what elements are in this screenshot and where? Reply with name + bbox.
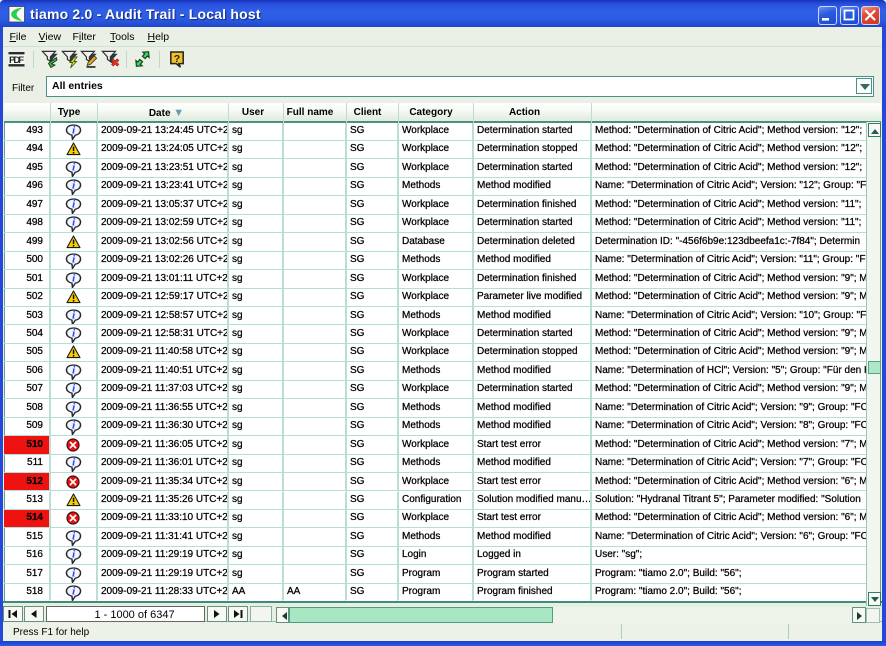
- svg-text:?: ?: [174, 53, 180, 65]
- svg-text:PDF: PDF: [9, 55, 24, 66]
